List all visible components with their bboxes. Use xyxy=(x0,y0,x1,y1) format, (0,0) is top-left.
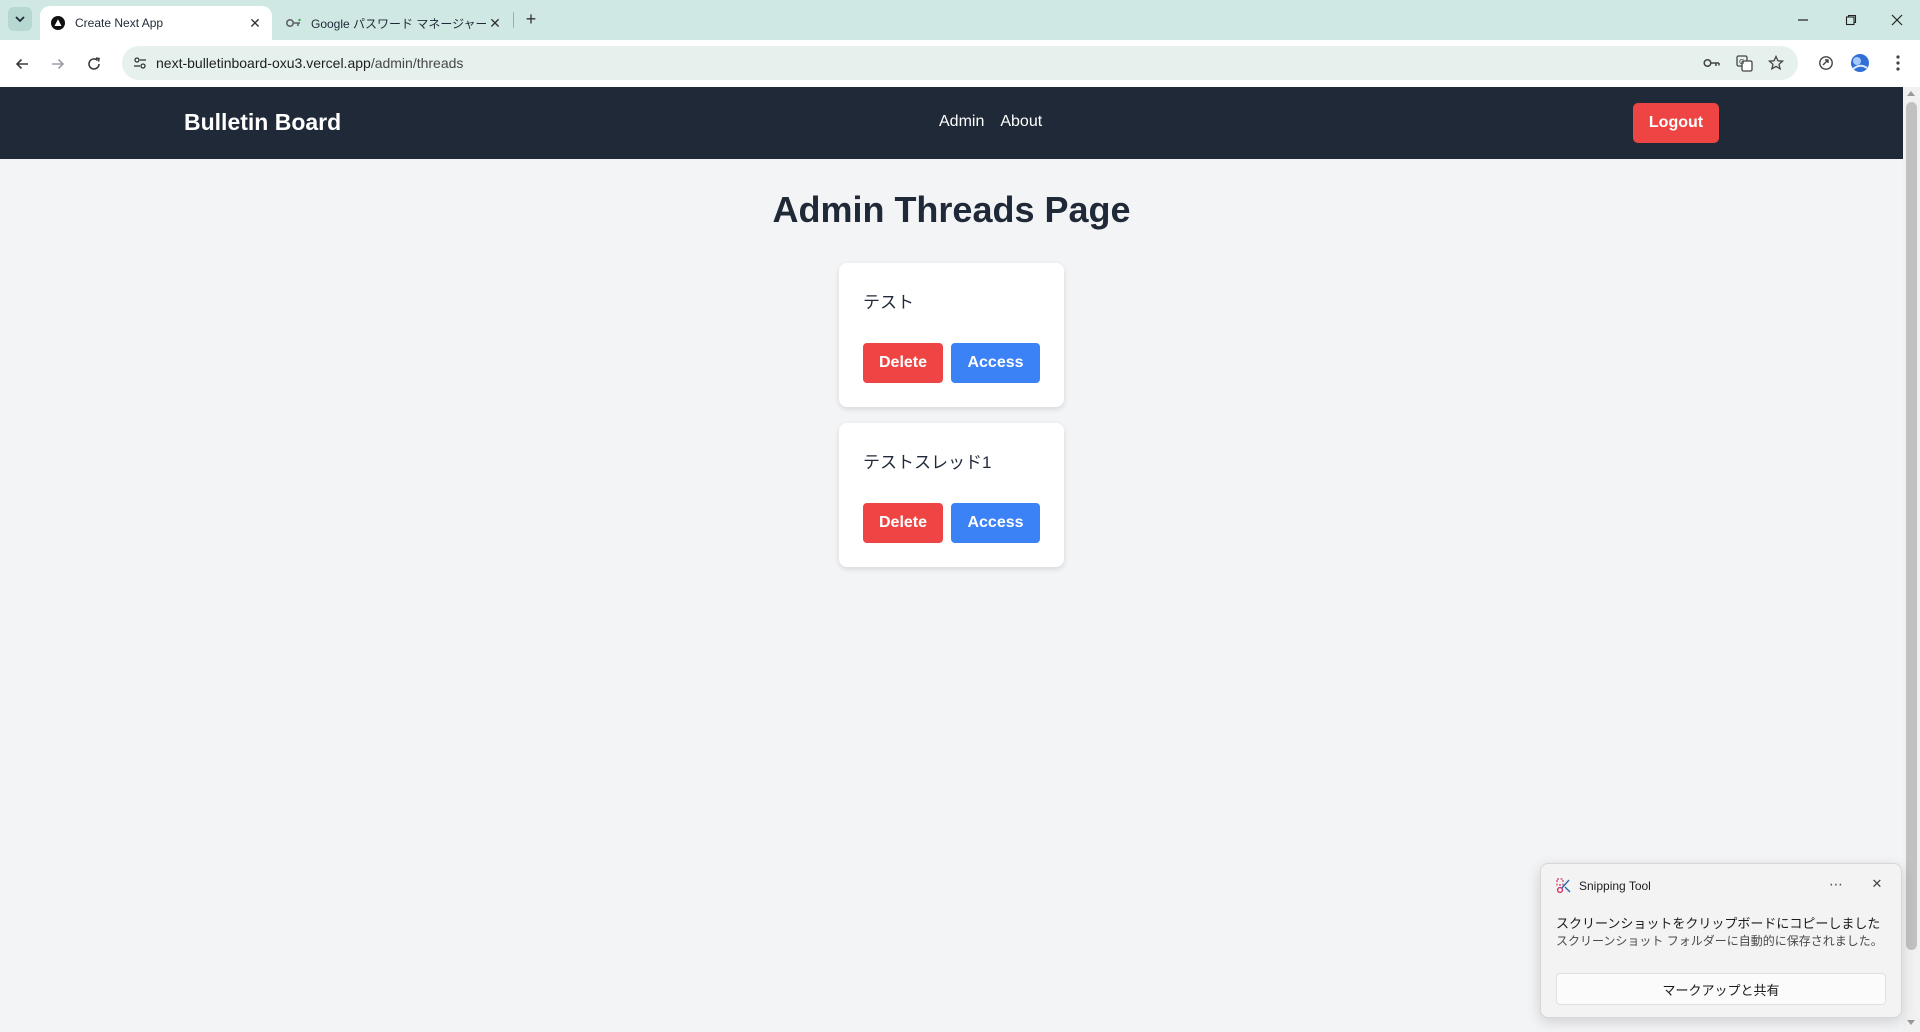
arrow-right-icon xyxy=(52,58,65,70)
google-password-key-icon xyxy=(286,15,302,31)
notification-app-name: Snipping Tool xyxy=(1579,879,1651,893)
restore-button[interactable] xyxy=(1828,0,1874,40)
vercel-triangle-icon xyxy=(50,15,66,31)
browser-menu-icon[interactable] xyxy=(1884,49,1912,77)
thread-card: テストスレッド1 Delete Access xyxy=(839,423,1064,567)
close-icon xyxy=(1891,14,1903,26)
markup-and-share-button[interactable]: マークアップと共有 xyxy=(1556,973,1886,1005)
url-path: /admin/threads xyxy=(370,55,464,71)
delete-thread-button[interactable]: Delete xyxy=(863,343,943,383)
site-brand[interactable]: Bulletin Board xyxy=(184,109,341,136)
tab-title: Create Next App xyxy=(75,16,164,30)
more-options-icon[interactable]: ⋯ xyxy=(1824,874,1848,894)
translate-icon[interactable]: G xyxy=(1732,51,1756,75)
extension-icon[interactable] xyxy=(1812,49,1840,77)
forward-button[interactable] xyxy=(44,50,72,78)
password-key-icon[interactable] xyxy=(1700,51,1724,75)
notification-detail: スクリーンショット フォルダーに自動的に保存されました。 xyxy=(1556,934,1883,948)
nav-link-about[interactable]: About xyxy=(1000,113,1042,131)
close-notification-icon[interactable]: ✕ xyxy=(1865,874,1889,894)
scroll-down-arrow-icon[interactable] xyxy=(1907,1020,1915,1025)
site-header: Bulletin Board Admin About Logout xyxy=(0,87,1903,159)
close-window-button[interactable] xyxy=(1874,0,1920,40)
thread-title: テスト xyxy=(863,293,914,312)
chevron-down-icon xyxy=(15,16,25,23)
minimize-button[interactable] xyxy=(1780,0,1826,40)
reload-button[interactable] xyxy=(80,50,108,78)
access-thread-button[interactable]: Access xyxy=(951,503,1040,543)
site-info-button[interactable] xyxy=(130,53,150,73)
tab-google-password-manager[interactable]: Google パスワード マネージャー ✕ xyxy=(276,6,512,40)
tab-search-button[interactable] xyxy=(8,7,32,31)
back-button[interactable] xyxy=(8,50,36,78)
snipping-tool-icon xyxy=(1556,878,1572,894)
address-url[interactable]: next-bulletinboard-oxu3.vercel.app/admin… xyxy=(156,55,463,71)
svg-text:G: G xyxy=(1739,58,1744,66)
scroll-up-arrow-icon[interactable] xyxy=(1907,91,1915,96)
main-nav: Admin About xyxy=(939,113,1042,131)
thread-card: テスト Delete Access xyxy=(839,263,1064,407)
tab-separator xyxy=(513,12,514,28)
page-title: Admin Threads Page xyxy=(772,189,1131,230)
bookmark-star-icon[interactable] xyxy=(1764,51,1788,75)
logout-button[interactable]: Logout xyxy=(1633,103,1719,143)
scrollbar-thumb[interactable] xyxy=(1906,102,1917,950)
tab-create-next-app[interactable]: Create Next App ✕ xyxy=(40,6,272,40)
snipping-tool-notification[interactable]: Snipping Tool ⋯ ✕ スクリーンショットをクリップボードにコピーし… xyxy=(1540,863,1902,1018)
access-thread-button[interactable]: Access xyxy=(951,343,1040,383)
tune-icon xyxy=(134,57,146,69)
notification-message: スクリーンショットをクリップボードにコピーしました xyxy=(1556,916,1881,931)
close-tab-icon[interactable]: ✕ xyxy=(246,14,264,32)
minimize-icon xyxy=(1798,19,1808,21)
restore-icon xyxy=(1845,14,1857,26)
new-tab-button[interactable]: + xyxy=(520,8,542,30)
arrow-left-icon xyxy=(15,58,28,70)
profile-avatar-icon[interactable] xyxy=(1846,49,1874,77)
close-tab-icon[interactable]: ✕ xyxy=(486,14,504,32)
nav-link-admin[interactable]: Admin xyxy=(939,113,984,131)
tab-title: Google パスワード マネージャー xyxy=(311,16,486,31)
url-host: next-bulletinboard-oxu3.vercel.app xyxy=(156,55,371,71)
reload-icon xyxy=(88,57,100,70)
delete-thread-button[interactable]: Delete xyxy=(863,503,943,543)
thread-title: テストスレッド1 xyxy=(863,453,992,472)
